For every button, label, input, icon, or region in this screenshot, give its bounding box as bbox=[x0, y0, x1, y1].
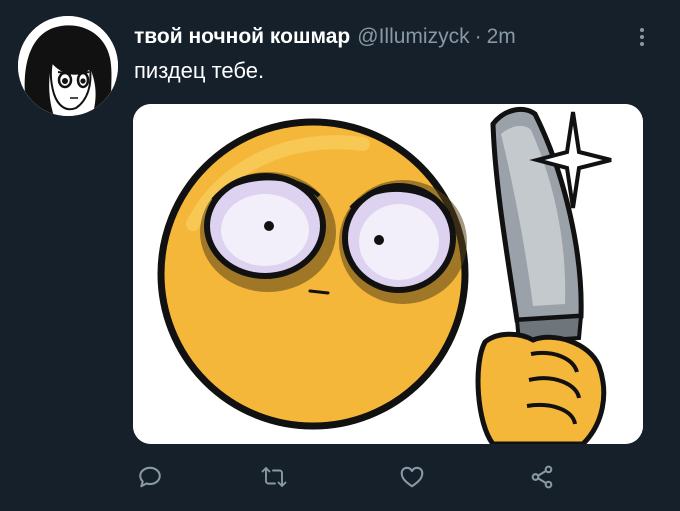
avatar-image bbox=[18, 16, 118, 116]
timestamp[interactable]: 2m bbox=[487, 24, 516, 50]
tweet-media[interactable] bbox=[133, 104, 643, 444]
tweet-card[interactable]: твой ночной кошмар @Illumizyck · 2m пизд… bbox=[0, 0, 680, 511]
media-image bbox=[133, 104, 643, 444]
author-handle[interactable]: @Illumizyck bbox=[357, 24, 469, 50]
heart-icon[interactable] bbox=[396, 461, 428, 493]
reply-bubble-icon[interactable] bbox=[134, 461, 166, 493]
header-separator: · bbox=[474, 25, 482, 48]
more-vertical-icon[interactable] bbox=[632, 24, 652, 50]
author-name[interactable]: твой ночной кошмар bbox=[134, 24, 350, 50]
retweet-icon[interactable] bbox=[258, 461, 290, 493]
share-icon[interactable] bbox=[526, 461, 558, 493]
tweet-text: пиздец тебе. bbox=[134, 58, 265, 83]
avatar[interactable] bbox=[18, 16, 118, 116]
tweet-header: твой ночной кошмар @Illumizyck · 2m bbox=[134, 24, 516, 50]
tweet-actions bbox=[0, 455, 680, 499]
